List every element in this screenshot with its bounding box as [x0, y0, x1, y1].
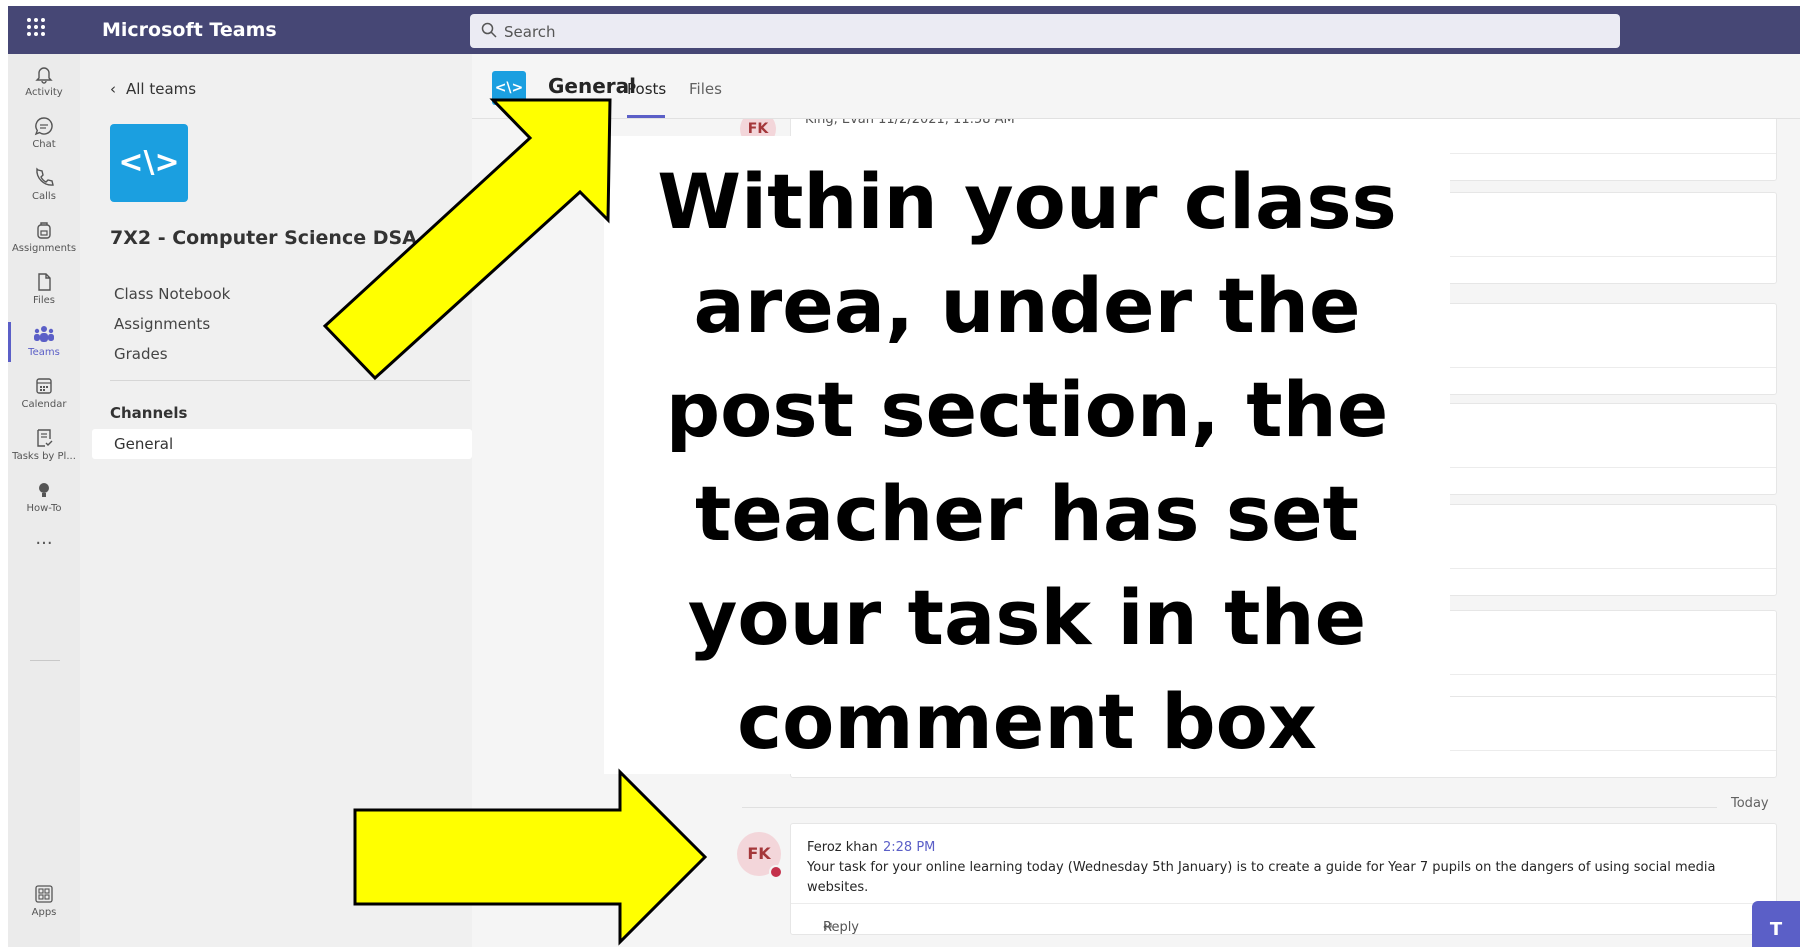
rail-label: How-To: [26, 503, 62, 514]
rail-divider: [30, 660, 60, 661]
task-post[interactable]: Feroz khan 2:28 PM Your task for your on…: [790, 823, 1777, 935]
app-title: Microsoft Teams: [102, 19, 277, 41]
app-launcher-icon[interactable]: [24, 16, 48, 40]
post-meta: King, Evan 11/2/2021, 11:58 AM: [805, 119, 1015, 127]
channel-label: General: [114, 435, 174, 453]
all-teams-label: All teams: [126, 80, 197, 98]
date-divider-line: [742, 807, 1717, 808]
search-input[interactable]: [502, 14, 1606, 50]
rail-item-files[interactable]: Files: [8, 262, 80, 318]
team-avatar: <\>: [110, 124, 188, 202]
rail-item-apps[interactable]: Apps: [8, 874, 80, 930]
code-icon: <\>: [118, 145, 180, 180]
post-author[interactable]: Feroz khan: [807, 840, 878, 855]
apps-icon: [35, 885, 53, 903]
search-icon: [481, 22, 497, 38]
tab-files[interactable]: Files: [689, 80, 722, 98]
rail-item-calendar[interactable]: Calendar: [8, 366, 80, 422]
lightbulb-icon: [39, 483, 49, 497]
rail-item-chat[interactable]: Chat: [8, 106, 80, 162]
phone-icon: [36, 167, 54, 186]
top-bar: Microsoft Teams: [8, 6, 1800, 54]
channel-name: General: [548, 74, 636, 98]
channel-item-general[interactable]: General: [92, 429, 472, 459]
channels-heading: Channels: [110, 404, 188, 422]
chat-icon: [34, 117, 53, 136]
date-divider-label: Today: [1731, 796, 1769, 811]
rail-label: Tasks by Pl...: [12, 451, 76, 462]
post-timestamp: 2:28 PM: [883, 840, 936, 855]
assignments-link[interactable]: Assignments: [114, 315, 210, 333]
teams-help-badge[interactable]: T: [1752, 901, 1800, 947]
rail-item-how-to[interactable]: How-To: [8, 470, 80, 526]
presence-status-dot: [769, 865, 783, 879]
rail-label: Calls: [32, 191, 56, 202]
instruction-text: Within your class area, under the post s…: [657, 157, 1397, 766]
search-box[interactable]: [470, 14, 1620, 50]
backpack-icon: [37, 222, 51, 239]
rail-label: Calendar: [21, 399, 67, 410]
more-icon: ...: [35, 528, 53, 549]
reply-button[interactable]: ↵ Reply: [791, 903, 1776, 935]
active-tab-indicator: [627, 115, 665, 118]
all-teams-link[interactable]: ‹ All teams: [110, 80, 196, 98]
file-icon: [38, 273, 51, 291]
panel-divider: [110, 380, 470, 381]
rail-item-calls[interactable]: Calls: [8, 158, 80, 214]
grades-link[interactable]: Grades: [114, 345, 168, 363]
tasks-icon: [37, 429, 53, 447]
bell-icon: [35, 67, 53, 84]
tab-posts[interactable]: Posts: [627, 80, 666, 98]
calendar-icon: [36, 378, 52, 394]
rail-label: Apps: [31, 907, 57, 918]
rail-label: Chat: [32, 139, 56, 150]
teams-icon: [34, 326, 54, 342]
rail-label: Files: [33, 295, 55, 306]
post-body: Your task for your online learning today…: [807, 860, 1716, 895]
channel-header: <\> General Posts Files: [472, 54, 1800, 119]
team-panel: ‹ All teams <\> 7X2 - Computer Science DS…: [80, 54, 473, 947]
chevron-left-icon: ‹: [110, 80, 116, 98]
code-icon: <\>: [494, 80, 524, 96]
app-rail: Activity Chat Calls Assignments Files Te…: [8, 54, 80, 947]
more-apps-button[interactable]: ...: [8, 524, 80, 580]
rail-item-assignments[interactable]: Assignments: [8, 210, 80, 266]
rail-label: Activity: [25, 87, 63, 98]
channel-avatar: <\>: [492, 71, 526, 105]
rail-item-tasks[interactable]: Tasks by Pl...: [8, 418, 80, 474]
rail-label: Teams: [28, 347, 60, 358]
rail-label: Assignments: [11, 243, 77, 254]
rail-item-teams[interactable]: Teams: [8, 314, 80, 370]
instruction-callout: Within your class area, under the post s…: [604, 136, 1450, 774]
class-notebook-link[interactable]: Class Notebook: [114, 285, 230, 303]
rail-item-activity[interactable]: Activity: [8, 54, 80, 110]
team-name: 7X2 - Computer Science DSA: [110, 227, 417, 249]
